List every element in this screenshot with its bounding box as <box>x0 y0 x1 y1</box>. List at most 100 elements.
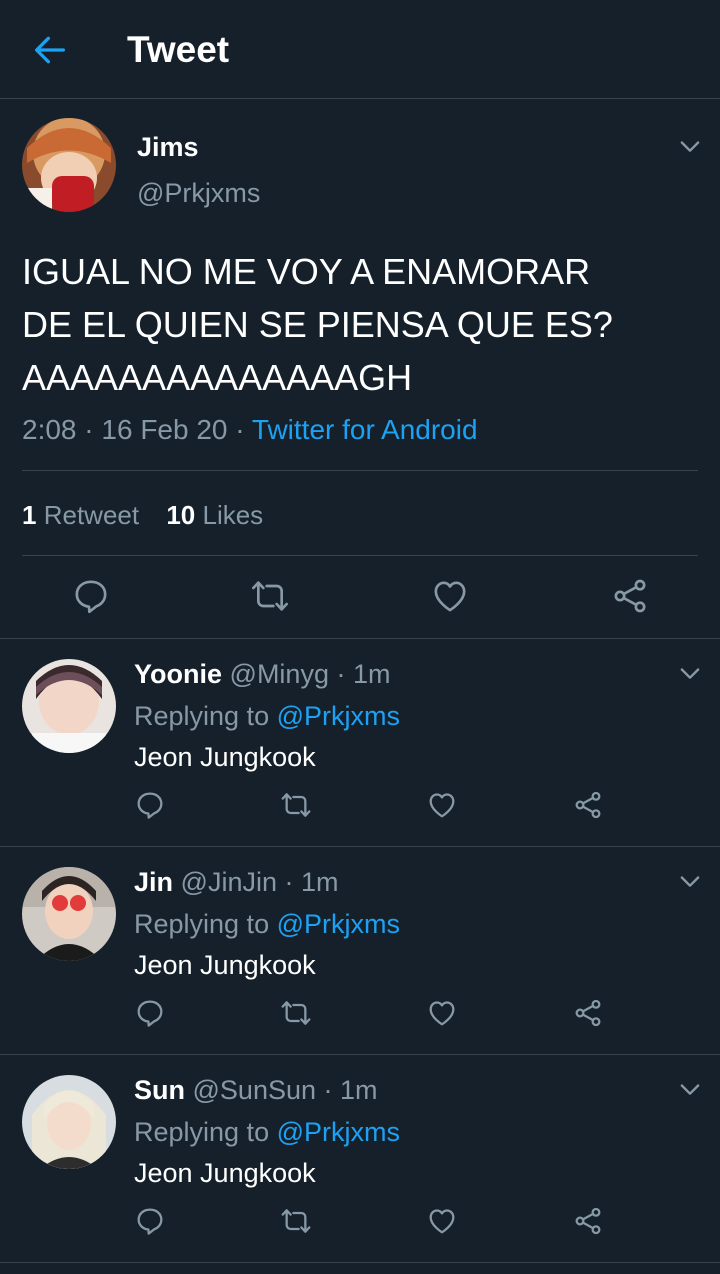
share-icon <box>575 791 601 819</box>
like-button[interactable] <box>426 789 458 821</box>
share-button[interactable] <box>610 576 650 616</box>
retweet-icon <box>281 793 311 817</box>
reply-text: Jeon Jungkook <box>134 1158 316 1188</box>
meta-separator: · <box>76 414 102 445</box>
reply-tweet[interactable]: Sun @SunSun · 1m Replying to @Prkjxms Je… <box>0 1055 720 1263</box>
divider <box>22 470 698 471</box>
replying-mention[interactable]: @Prkjxms <box>277 1117 400 1147</box>
retweet-icon <box>281 1209 311 1233</box>
author-name[interactable]: Jims <box>137 131 199 163</box>
reply-icon <box>137 1208 163 1235</box>
tweet-menu-button[interactable] <box>676 132 704 160</box>
tweet-text-line: IGUAL NO ME VOY A ENAMORAR <box>22 251 591 292</box>
meta-separator: · <box>227 414 252 445</box>
tweet-meta: 2:08 · 16 Feb 20 · Twitter for Android <box>22 413 478 447</box>
share-button[interactable] <box>572 997 604 1029</box>
meta-separator: · <box>276 867 301 897</box>
reply-tweet[interactable]: Jin @JinJin · 1m Replying to @Prkjxms Je… <box>0 847 720 1055</box>
heart-icon <box>429 793 455 818</box>
chevron-down-icon <box>680 1084 700 1095</box>
retweet-button[interactable] <box>280 1205 312 1237</box>
app-bar: Tweet <box>0 0 720 99</box>
avatar[interactable] <box>22 118 116 212</box>
reply-author-name[interactable]: Jin <box>134 867 173 897</box>
reply-header: Jin @JinJin · 1m <box>134 865 339 899</box>
reply-header: Sun @SunSun · 1m <box>134 1073 378 1107</box>
meta-separator: · <box>316 1075 341 1105</box>
retweet-button[interactable] <box>250 576 290 616</box>
reply-icon <box>137 792 163 819</box>
share-icon <box>575 1207 601 1235</box>
reply-author-handle[interactable]: @SunSun <box>193 1075 317 1105</box>
reply-button[interactable] <box>134 789 166 821</box>
heart-icon <box>429 1209 455 1234</box>
likes-label: Likes <box>202 500 264 530</box>
reply-author-name[interactable]: Yoonie <box>134 659 222 689</box>
reply-button[interactable] <box>134 997 166 1029</box>
avatar[interactable] <box>22 867 116 961</box>
reply-author-handle[interactable]: @Minyg <box>230 659 329 689</box>
retweet-icon <box>281 1001 311 1025</box>
share-button[interactable] <box>572 1205 604 1237</box>
avatar[interactable] <box>22 659 116 753</box>
reply-time: 1m <box>340 1075 378 1105</box>
retweet-icon <box>252 581 288 611</box>
like-button[interactable] <box>426 997 458 1029</box>
like-button[interactable] <box>426 1205 458 1237</box>
reply-time: 1m <box>300 867 339 897</box>
reply-author-handle[interactable]: @JinJin <box>181 867 277 897</box>
chevron-down-icon <box>680 668 700 679</box>
retweets-label: Retweet <box>43 500 140 530</box>
replying-label: Replying to <box>134 909 270 939</box>
reply-text: Jeon Jungkook <box>134 950 316 980</box>
retweets-count: 1 <box>22 500 37 530</box>
retweet-button[interactable] <box>280 789 312 821</box>
tweet-text: IGUAL NO ME VOY A ENAMORAR DE EL QUIEN S… <box>22 245 702 404</box>
replying-label: Replying to <box>134 1117 270 1147</box>
replying-to: Replying to @Prkjxms <box>134 1115 400 1149</box>
replying-mention[interactable]: @Prkjxms <box>277 909 400 939</box>
tweet-menu-button[interactable] <box>676 1075 704 1103</box>
tweet-menu-button[interactable] <box>676 659 704 687</box>
replying-mention[interactable]: @Prkjxms <box>277 701 400 731</box>
replying-label: Replying to <box>134 701 270 731</box>
share-icon <box>614 579 646 613</box>
chevron-down-icon <box>680 876 700 887</box>
back-button[interactable] <box>30 30 70 70</box>
reply-time: 1m <box>352 659 391 689</box>
reply-button[interactable] <box>134 1205 166 1237</box>
tweet-stats: 1 Retweet 10 Likes <box>22 498 283 532</box>
share-button[interactable] <box>572 789 604 821</box>
reply-tweet[interactable]: Yoonie @Minyg · 1m Replying to @Prkjxms … <box>0 639 720 847</box>
retweet-button[interactable] <box>280 997 312 1029</box>
likes-stat[interactable]: 10 Likes <box>166 498 263 532</box>
tweet-source-link[interactable]: Twitter for Android <box>252 414 478 445</box>
main-tweet: Jims @Prkjxms IGUAL NO ME VOY A ENAMORAR… <box>0 99 720 639</box>
tweet-menu-button[interactable] <box>676 867 704 895</box>
reply-header: Yoonie @Minyg · 1m <box>134 657 390 691</box>
arrow-left-icon <box>35 36 65 64</box>
reply-button[interactable] <box>71 576 111 616</box>
tweet-text-line: AAAAAAAAAAAAAAGH <box>22 357 413 398</box>
chevron-down-icon <box>680 141 700 152</box>
share-icon <box>575 999 601 1027</box>
page-title: Tweet <box>127 29 230 70</box>
tweet-time: 2:08 <box>22 414 77 445</box>
tweet-text-line: DE EL QUIEN SE PIENSA QUE ES? <box>22 304 613 345</box>
like-button[interactable] <box>430 576 470 616</box>
reply-text: Jeon Jungkook <box>134 742 316 772</box>
retweets-stat[interactable]: 1 Retweet <box>22 498 139 532</box>
replying-to: Replying to @Prkjxms <box>134 699 400 733</box>
reply-icon <box>75 580 107 614</box>
divider <box>22 555 698 556</box>
avatar[interactable] <box>22 1075 116 1169</box>
replying-to: Replying to @Prkjxms <box>134 907 400 941</box>
author-handle[interactable]: @Prkjxms <box>137 177 260 209</box>
reply-icon <box>137 1000 163 1027</box>
heart-icon <box>434 581 466 612</box>
reply-author-name[interactable]: Sun <box>134 1075 185 1105</box>
likes-count: 10 <box>166 500 196 530</box>
heart-icon <box>429 1001 455 1026</box>
tweet-date: 16 Feb 20 <box>101 414 228 445</box>
meta-separator: · <box>328 659 353 689</box>
